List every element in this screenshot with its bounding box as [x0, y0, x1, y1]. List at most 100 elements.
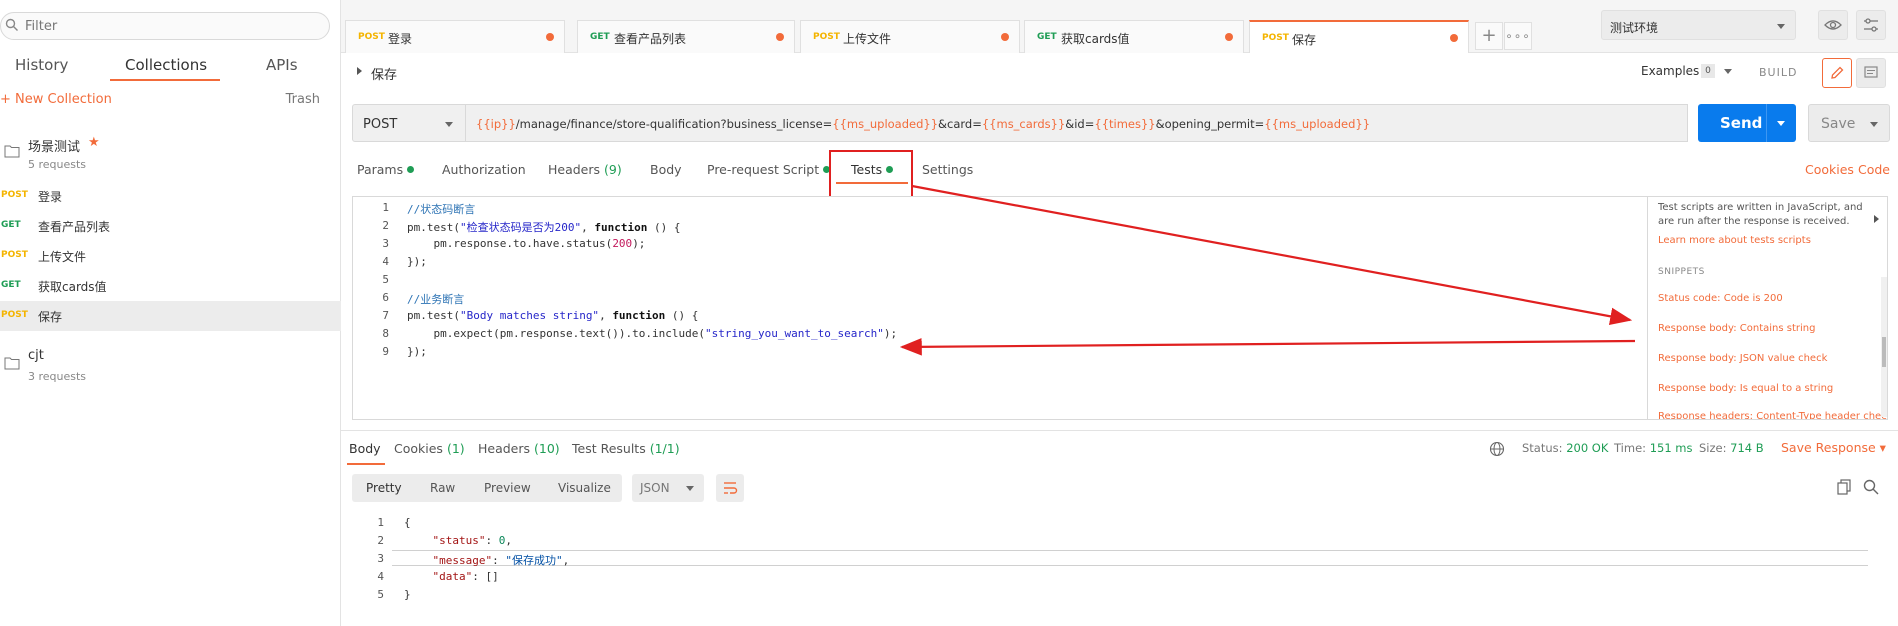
- tab-name: 查看产品列表: [614, 32, 687, 46]
- comments-button[interactable]: [1856, 58, 1886, 88]
- build-mode-label[interactable]: BUILD: [1759, 66, 1797, 79]
- trash-link[interactable]: Trash: [286, 92, 320, 107]
- scrollbar-thumb[interactable]: [1882, 337, 1886, 367]
- tab-body[interactable]: Body: [650, 162, 682, 177]
- unsaved-dot: [776, 33, 784, 41]
- manage-environments-button[interactable]: [1856, 10, 1886, 40]
- request-tab[interactable]: POST 上传文件: [800, 20, 1020, 53]
- chevron-down-icon[interactable]: [1870, 122, 1878, 127]
- code-link[interactable]: Code: [1858, 162, 1890, 177]
- method-badge: GET: [1, 280, 21, 290]
- response-tab-body[interactable]: Body: [349, 441, 381, 456]
- view-visualize[interactable]: Visualize: [558, 481, 611, 495]
- view-pretty[interactable]: Pretty: [366, 481, 402, 495]
- response-tab-cookies[interactable]: Cookies (1): [394, 441, 465, 456]
- url-segment: &id=: [1065, 117, 1095, 131]
- collection-item[interactable]: cjt 3 requests: [0, 340, 341, 392]
- url-variable: {{ms_uploaded}}: [832, 117, 939, 131]
- wrap-lines-button[interactable]: [716, 474, 744, 502]
- globe-icon[interactable]: [1489, 441, 1505, 457]
- request-tab[interactable]: GET 获取cards值: [1024, 20, 1244, 53]
- request-item[interactable]: GET 获取cards值: [0, 271, 341, 301]
- filter-input[interactable]: [25, 17, 315, 35]
- view-preview[interactable]: Preview: [484, 481, 531, 495]
- request-tab-active[interactable]: POST 保存: [1249, 20, 1469, 53]
- request-item[interactable]: POST 登录: [0, 181, 341, 211]
- request-tab[interactable]: POST 登录: [345, 20, 565, 53]
- filter-box[interactable]: [0, 12, 330, 40]
- tab-method: POST: [358, 32, 385, 42]
- chevron-down-icon[interactable]: [1724, 69, 1732, 74]
- response-body-viewer[interactable]: 1 2 3 4 5 { "status": 0, "message": "保存成…: [352, 512, 1882, 620]
- collapse-panel-icon[interactable]: [1874, 215, 1879, 223]
- tab-headers[interactable]: Headers (9): [548, 162, 622, 177]
- request-item[interactable]: GET 查看产品列表: [0, 211, 341, 241]
- status-dot: [407, 166, 415, 173]
- url-variable: {{ms_cards}}: [981, 117, 1066, 131]
- save-response-button[interactable]: Save Response ▾: [1781, 440, 1886, 455]
- format-value: JSON: [640, 481, 670, 495]
- tab-count: (9): [604, 162, 622, 177]
- tab-history[interactable]: History: [15, 56, 68, 74]
- learn-more-link[interactable]: Learn more about tests scripts: [1658, 235, 1811, 246]
- request-tab[interactable]: GET 查看产品列表: [577, 20, 795, 53]
- folder-icon: [4, 145, 20, 158]
- tests-editor[interactable]: 1 2 3 4 5 6 7 8 9 //状态码断言 pm.test("检查状态码…: [352, 196, 1648, 420]
- environment-select[interactable]: 测试环境: [1601, 10, 1796, 40]
- chevron-right-icon[interactable]: [357, 67, 362, 75]
- method-badge: POST: [1, 190, 28, 200]
- tab-settings[interactable]: Settings: [922, 162, 973, 177]
- tab-collections[interactable]: Collections: [125, 56, 207, 74]
- method-select[interactable]: POST: [352, 104, 466, 142]
- snippet-link[interactable]: Response body: Contains string: [1658, 323, 1815, 334]
- tab-name: 获取cards值: [1061, 32, 1130, 46]
- request-name: 登录: [38, 190, 63, 204]
- new-tab-button[interactable]: +: [1475, 22, 1503, 50]
- edit-button[interactable]: [1822, 58, 1852, 88]
- tab-params[interactable]: Params: [357, 162, 415, 177]
- code-line: pm.expect(pm.response.text()).to.include…: [407, 327, 898, 340]
- view-raw[interactable]: Raw: [430, 481, 455, 495]
- search-icon[interactable]: [1862, 478, 1880, 496]
- examples-dropdown[interactable]: Examples: [1641, 64, 1699, 78]
- url-input[interactable]: {{ip}}/manage/finance/store-qualificatio…: [466, 104, 1688, 142]
- format-select[interactable]: JSON: [632, 474, 704, 502]
- chevron-down-icon[interactable]: [1777, 121, 1785, 126]
- send-button[interactable]: Send: [1698, 104, 1796, 142]
- response-view-toggle: Pretty Raw Preview Visualize: [352, 474, 622, 502]
- request-item[interactable]: POST 上传文件: [0, 241, 341, 271]
- copy-icon[interactable]: [1836, 478, 1854, 496]
- line-number: 2: [377, 534, 384, 547]
- tab-authorization[interactable]: Authorization: [442, 162, 526, 177]
- snippet-link[interactable]: Response body: JSON value check: [1658, 353, 1827, 364]
- response-tab-headers[interactable]: Headers (10): [478, 441, 560, 456]
- new-collection-button[interactable]: + New Collection: [0, 92, 112, 107]
- more-tabs-button[interactable]: ∘∘∘: [1504, 22, 1532, 50]
- snippet-link[interactable]: Response headers: Content-Type header ch…: [1658, 411, 1887, 419]
- unsaved-dot: [1450, 34, 1458, 42]
- tab-count: (1/1): [649, 441, 680, 456]
- line-number: 2: [382, 219, 389, 232]
- collection-item[interactable]: 场景测试 ★ 5 requests: [0, 128, 341, 180]
- response-tab-test-results[interactable]: Test Results (1/1): [572, 441, 680, 456]
- request-name: 查看产品列表: [38, 220, 111, 234]
- scrollbar[interactable]: [1881, 277, 1887, 417]
- environment-quick-look-button[interactable]: [1818, 10, 1848, 40]
- star-icon[interactable]: ★: [88, 135, 100, 150]
- line-number: 4: [382, 255, 389, 268]
- request-title[interactable]: 保存: [371, 64, 397, 83]
- size-label: Size:: [1699, 441, 1727, 455]
- line-number: 8: [382, 327, 389, 340]
- chevron-down-icon: [686, 486, 694, 491]
- response-status: Status: 200 OK: [1522, 441, 1608, 455]
- size-value: 714 B: [1730, 441, 1764, 455]
- unsaved-dot: [1001, 33, 1009, 41]
- sidebar: History Collections APIs + New Collectio…: [0, 0, 341, 626]
- cookies-link[interactable]: Cookies: [1805, 162, 1854, 177]
- snippet-link[interactable]: Response body: Is equal to a string: [1658, 383, 1833, 394]
- request-item[interactable]: POST 保存: [0, 301, 341, 331]
- save-button[interactable]: Save: [1808, 104, 1890, 142]
- tab-apis[interactable]: APIs: [266, 56, 298, 74]
- snippet-link[interactable]: Status code: Code is 200: [1658, 293, 1783, 304]
- tab-pre-request-script[interactable]: Pre-request Script: [707, 162, 831, 177]
